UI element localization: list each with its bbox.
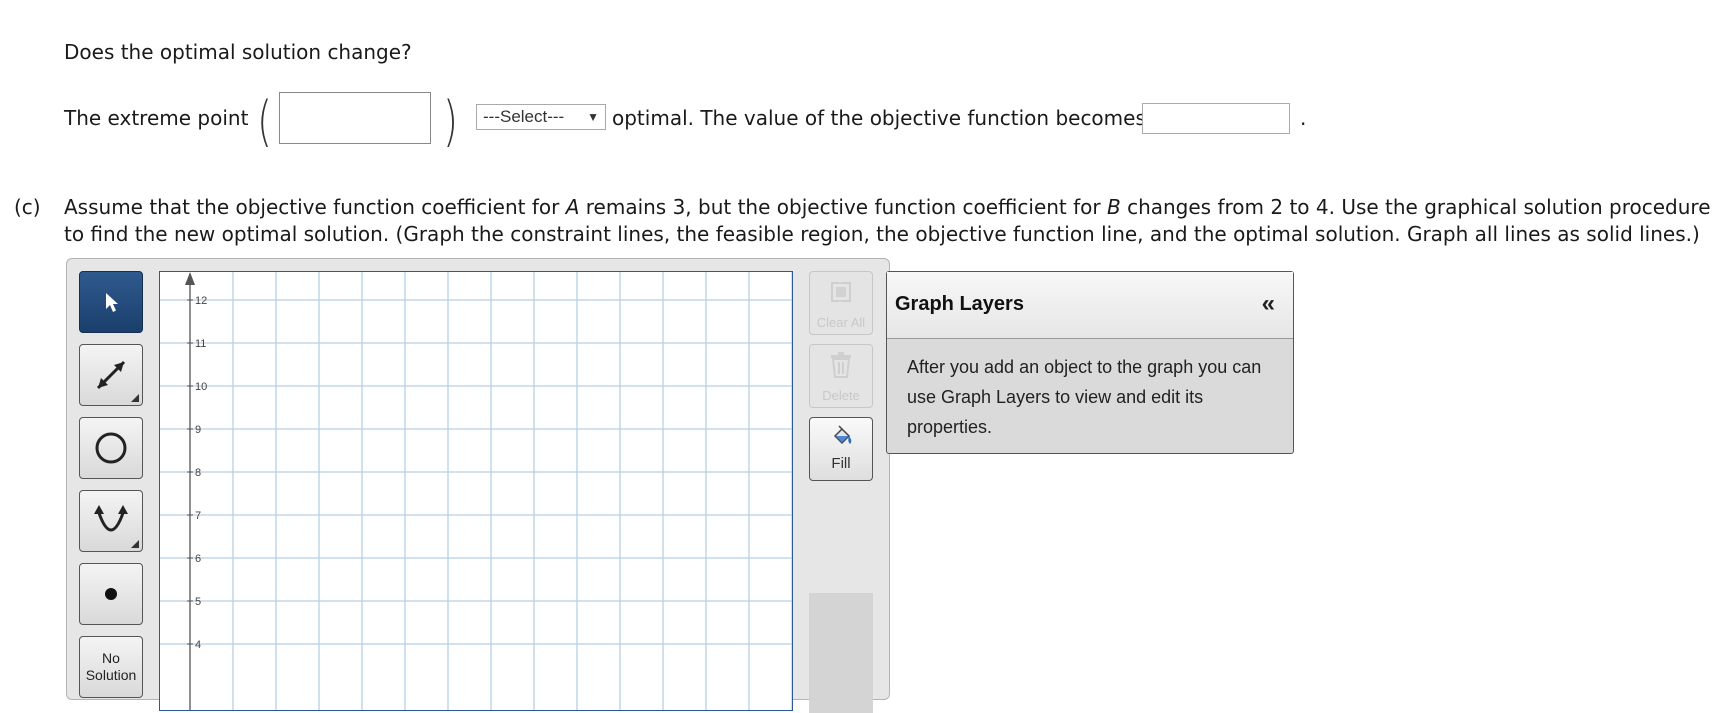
variable-b: B: [1106, 195, 1121, 219]
toolbar-column: [809, 593, 873, 713]
select-tool-button[interactable]: [79, 271, 143, 333]
parabola-tool-button[interactable]: [79, 490, 143, 552]
clear-all-label: Clear All: [816, 315, 866, 330]
fill-label: Fill: [831, 455, 851, 472]
part-c-instructions: Assume that the objective function coeff…: [64, 194, 1724, 248]
y-tick-label: 10: [195, 381, 207, 393]
graph-grid: 12 11 10 9 8 7 6 5 4: [160, 272, 792, 710]
question-text: Does the optimal solution change?: [64, 40, 412, 64]
period: .: [1300, 106, 1307, 130]
no-solution-label: No Solution: [86, 650, 137, 684]
graph-layers-header: Graph Layers «: [887, 272, 1293, 339]
graph-widget: No Solution 12 11 10 9 8 7 6 5 4 Clear All Delete…: [66, 258, 890, 713]
collapse-icon[interactable]: «: [1262, 290, 1275, 318]
paint-bucket-icon: [833, 425, 852, 445]
text-segment: remains 3, but the objective function co…: [579, 195, 1107, 219]
delete-button[interactable]: Delete: [809, 344, 873, 408]
text-segment: Assume that the objective function coeff…: [64, 195, 566, 219]
objective-value-label: optimal. The value of the objective func…: [612, 106, 1146, 130]
arrow-pointer-icon: [106, 293, 118, 312]
graph-layers-panel: Graph Layers « After you add an object t…: [886, 271, 1294, 454]
clear-all-icon: [831, 282, 851, 302]
point-tool-button[interactable]: [79, 563, 143, 625]
select-value: ---Select---: [483, 107, 565, 126]
extreme-point-label: The extreme point: [64, 106, 249, 130]
fill-button[interactable]: Fill: [809, 417, 873, 481]
trash-icon: [831, 352, 851, 378]
line-tool-button[interactable]: [79, 344, 143, 406]
y-axis-arrow: [185, 272, 195, 285]
chevron-down-icon: ▼: [587, 110, 599, 124]
no-solution-line2: Solution: [85, 667, 137, 683]
objective-value-input[interactable]: [1142, 103, 1290, 134]
y-tick-label: 7: [195, 510, 201, 522]
paren-right: ): [443, 90, 458, 153]
submenu-indicator: [131, 540, 139, 548]
graph-canvas[interactable]: 12 11 10 9 8 7 6 5 4: [159, 271, 793, 711]
part-marker: (c): [14, 195, 41, 219]
no-solution-button[interactable]: No Solution: [79, 636, 143, 698]
optimal-select[interactable]: ---Select--- ▼: [476, 104, 606, 130]
circle-tool-button[interactable]: [79, 417, 143, 479]
parabola-icon: [94, 505, 128, 532]
graph-layers-description: After you add an object to the graph you…: [907, 357, 1262, 437]
y-tick-label: 4: [195, 639, 201, 651]
y-tick-label: 11: [195, 338, 206, 350]
y-tick-label: 5: [195, 596, 201, 608]
extreme-point-input[interactable]: [279, 92, 431, 144]
no-solution-line1: No: [102, 650, 120, 666]
variable-a: A: [565, 195, 580, 219]
y-tick-label: 9: [195, 424, 201, 436]
submenu-indicator: [131, 394, 139, 402]
paren-left: (: [257, 90, 272, 153]
y-tick-label: 8: [195, 467, 201, 479]
point-icon: [105, 588, 117, 600]
y-tick-label: 6: [195, 553, 201, 565]
clear-all-button[interactable]: Clear All: [809, 271, 873, 335]
extreme-point-row: The extreme point ( ) ---Select--- ▼ opt…: [64, 88, 1464, 153]
circle-icon: [95, 432, 127, 464]
y-tick-label: 12: [195, 295, 207, 307]
delete-label: Delete: [822, 388, 860, 403]
graph-layers-title: Graph Layers: [895, 293, 1024, 315]
line-icon: [96, 360, 126, 390]
